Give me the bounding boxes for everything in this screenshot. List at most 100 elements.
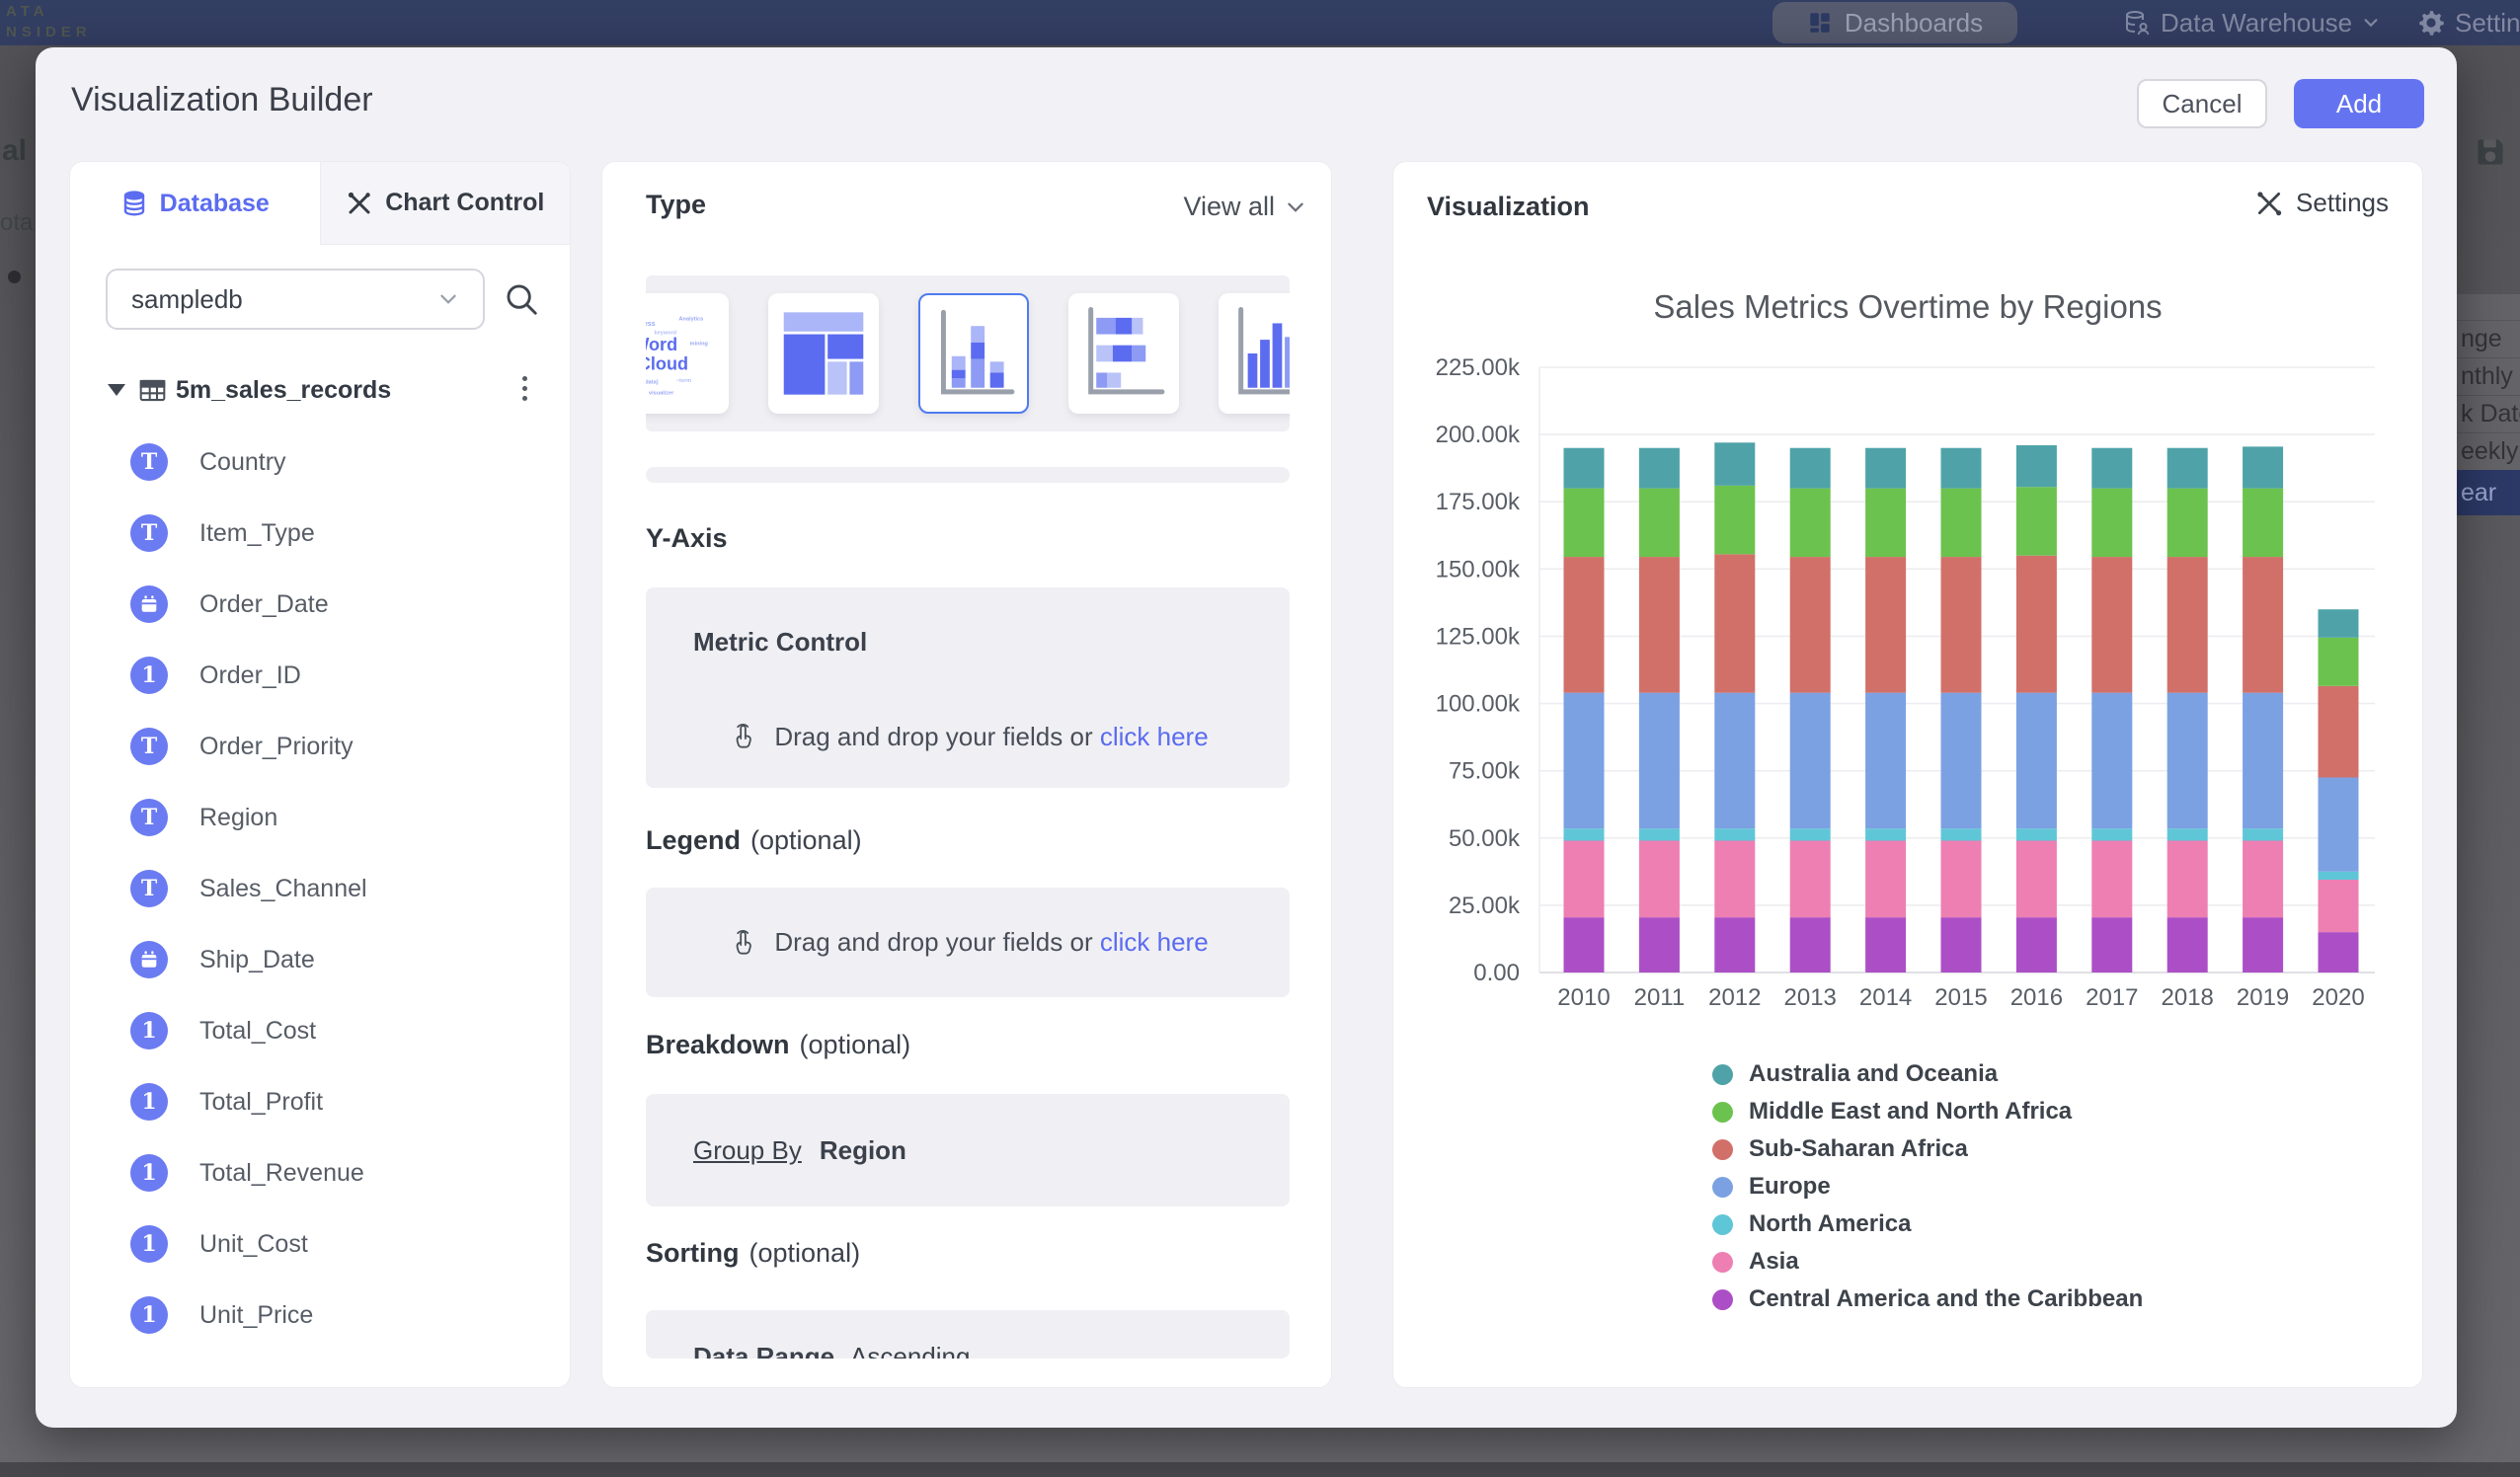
bar-segment [2167, 448, 2208, 489]
chart-type-stacked-column[interactable] [918, 293, 1029, 414]
field-item-unit_price[interactable]: 1Unit_Price [70, 1280, 572, 1351]
view-all-label: View all [1183, 192, 1275, 222]
bar-segment [1639, 917, 1680, 972]
svg-text:75.00k: 75.00k [1449, 758, 1521, 785]
svg-text:2013: 2013 [1784, 984, 1837, 1011]
tab-label: Chart Control [385, 189, 544, 217]
bar-segment [1564, 693, 1605, 829]
metric-dropzone[interactable]: Metric Control Drag and drop your fields… [646, 587, 1290, 788]
chart-config-panel: Type View all inessAnalyticskeywordWordm… [601, 161, 1332, 1388]
sort-direction-value[interactable]: Ascending [850, 1342, 970, 1359]
legend-item[interactable]: Europe [1712, 1168, 2143, 1205]
text-type-icon: T [130, 514, 168, 552]
group-by-label[interactable]: Group By [693, 1135, 802, 1166]
table-tree-row[interactable]: 5m_sales_records [70, 364, 572, 416]
treemap-icon [778, 304, 869, 403]
click-here-link[interactable]: click here [1100, 927, 1209, 957]
view-all-button[interactable]: View all [1183, 192, 1306, 222]
svg-text:2017: 2017 [2086, 984, 2138, 1011]
fields-list: TCountryTItem_TypeOrder_Date1Order_IDTOr… [70, 427, 572, 1351]
bar-segment [1865, 448, 1906, 489]
warehouse-icon [2123, 9, 2151, 37]
bar-segment [1639, 448, 1680, 489]
legend-dot-icon [1712, 1214, 1733, 1235]
breakdown-box[interactable]: Group By Region [646, 1094, 1290, 1206]
legend-item[interactable]: Australia and Oceania [1712, 1055, 2143, 1093]
chart-type-column[interactable] [1219, 293, 1290, 414]
type-section-title: Type [646, 190, 706, 220]
legend-item[interactable]: Middle East and North Africa [1712, 1093, 2143, 1130]
tab-chart-control[interactable]: Chart Control [320, 162, 571, 245]
field-item-item_type[interactable]: TItem_Type [70, 498, 572, 569]
bar-segment [2091, 489, 2132, 557]
bar-segment [1790, 841, 1831, 918]
kebab-menu-icon[interactable] [516, 370, 533, 407]
field-item-order_date[interactable]: Order_Date [70, 569, 572, 640]
database-select-value: sampledb [131, 284, 243, 315]
chart-settings-button[interactable]: Settings [2254, 188, 2389, 218]
bar-segment [1564, 448, 1605, 489]
legend-dropzone[interactable]: Drag and drop your fields or click here [646, 888, 1290, 997]
cancel-button[interactable]: Cancel [2137, 79, 2267, 128]
svg-text:2019: 2019 [2237, 984, 2289, 1011]
field-item-total_profit[interactable]: 1Total_Profit [70, 1066, 572, 1137]
svg-text:iness: iness [646, 321, 656, 328]
bar-segment [2016, 693, 2057, 829]
field-item-order_priority[interactable]: TOrder_Priority [70, 711, 572, 782]
click-here-link[interactable]: click here [1100, 722, 1209, 751]
chart-type-word-cloud[interactable]: inessAnalyticskeywordWordminingCloud[dat… [646, 293, 729, 414]
sorting-section-title: Sorting(optional) [646, 1238, 860, 1269]
chart-type-stacked-bar[interactable] [1068, 293, 1179, 414]
field-item-region[interactable]: TRegion [70, 782, 572, 853]
field-name: Region [199, 804, 277, 832]
bar-segment [1941, 448, 1982, 489]
nav-item-settings[interactable]: Settings [2417, 0, 2520, 45]
group-by-value[interactable]: Region [820, 1135, 906, 1166]
field-item-sales_channel[interactable]: TSales_Channel [70, 853, 572, 924]
chart-type-treemap[interactable] [768, 293, 879, 414]
sort-field-label[interactable]: Data Range [693, 1342, 834, 1359]
carousel-scrollbar[interactable] [646, 467, 1290, 483]
nav-item-data-warehouse[interactable]: Data Warehouse [2123, 0, 2380, 45]
svg-text:50.00k: 50.00k [1449, 825, 1521, 852]
svg-text:2010: 2010 [1557, 984, 1610, 1011]
bar-segment [2167, 693, 2208, 829]
search-icon[interactable] [503, 280, 540, 318]
expander-triangle-icon[interactable] [108, 384, 125, 396]
chart-legend: Australia and Oceania Middle East and Nor… [1712, 1055, 2143, 1318]
chart-type-carousel: inessAnalyticskeywordWordminingCloud[dat… [646, 275, 1290, 431]
bar-segment [1790, 448, 1831, 489]
tab-database[interactable]: Database [70, 162, 320, 245]
field-name: Order_ID [199, 661, 301, 690]
add-button[interactable]: Add [2294, 79, 2424, 128]
svg-text:Cloud: Cloud [646, 354, 688, 374]
nav-item-dashboards[interactable]: Dashboards [1772, 2, 2017, 43]
database-select[interactable]: sampledb [106, 269, 485, 330]
bar-segment [1790, 828, 1831, 840]
field-item-country[interactable]: TCountry [70, 427, 572, 498]
field-item-total_cost[interactable]: 1 Total_Cost [70, 995, 572, 1066]
bar-segment [1714, 442, 1755, 486]
legend-item[interactable]: North America [1712, 1205, 2143, 1243]
bar-segment [2243, 841, 2283, 918]
field-item-order_id[interactable]: 1Order_ID [70, 640, 572, 711]
legend-item[interactable]: Sub-Saharan Africa [1712, 1130, 2143, 1168]
sorting-box[interactable]: Data Range Ascending [646, 1310, 1290, 1359]
field-item-unit_cost[interactable]: 1Unit_Cost [70, 1208, 572, 1280]
legend-item[interactable]: Central America and the Caribbean [1712, 1281, 2143, 1318]
yaxis-section-title: Y-Axis [646, 523, 728, 554]
table-icon [139, 377, 166, 404]
number-type-icon: 1 [130, 1012, 168, 1049]
bar-segment [2091, 917, 2132, 972]
legend-item[interactable]: Asia [1712, 1243, 2143, 1281]
field-name: Total_Cost [199, 1017, 316, 1046]
bar-segment [2319, 638, 2359, 686]
bar-segment [1790, 489, 1831, 557]
bar-segment [1639, 557, 1680, 693]
background-bullet [8, 271, 21, 283]
background-menu-item-selected: ear [2456, 470, 2520, 515]
bar-segment [2167, 489, 2208, 557]
field-item-ship_date[interactable]: Ship_Date [70, 924, 572, 995]
field-item-total_revenue[interactable]: 1Total_Revenue [70, 1137, 572, 1208]
legend-label: Middle East and North Africa [1749, 1098, 2072, 1126]
